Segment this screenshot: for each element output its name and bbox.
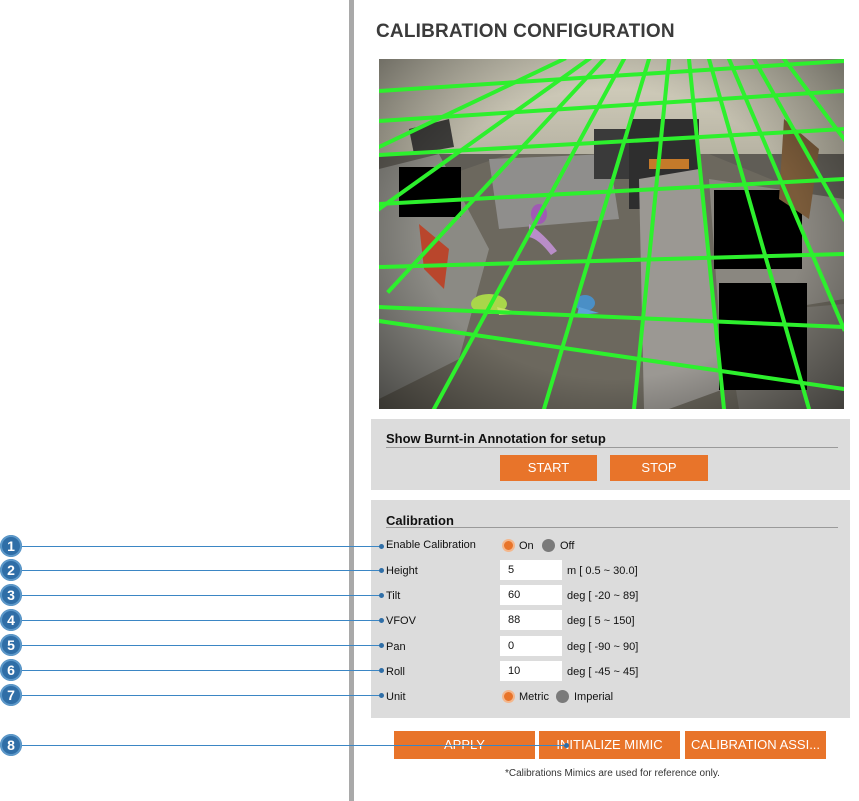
height-input[interactable]: [500, 560, 562, 580]
camera-preview: [379, 59, 844, 409]
callout-dot-2: [379, 568, 384, 573]
tilt-range: deg [ -20 ~ 89]: [567, 590, 639, 602]
callout-line-4: [11, 620, 382, 621]
callout-line-8: [11, 745, 567, 746]
callout-line-7: [11, 695, 382, 696]
footnote: *Calibrations Mimics are used for refere…: [505, 768, 720, 779]
callout-line-5: [11, 645, 382, 646]
calibration-assistant-button[interactable]: CALIBRATION ASSI...: [685, 731, 826, 759]
tilt-input[interactable]: [500, 585, 562, 605]
page-title: CALIBRATION CONFIGURATION: [376, 21, 675, 42]
pan-label: Pan: [386, 641, 406, 653]
unit-label: Unit: [386, 691, 406, 703]
enable-on-label: On: [519, 540, 534, 552]
enable-off-radio[interactable]: [542, 539, 555, 552]
roll-input[interactable]: [500, 661, 562, 681]
callout-badge-2: 2: [0, 559, 22, 581]
callout-dot-4: [379, 618, 384, 623]
callout-dot-7: [379, 693, 384, 698]
height-range: m [ 0.5 ~ 30.0]: [567, 565, 638, 577]
stop-button[interactable]: STOP: [610, 455, 708, 481]
unit-metric-label: Metric: [519, 691, 549, 703]
start-button[interactable]: START: [500, 455, 597, 481]
callout-badge-1: 1: [0, 535, 22, 557]
calibration-divider: [386, 527, 838, 528]
calibration-heading: Calibration: [386, 513, 454, 528]
height-label: Height: [386, 565, 418, 577]
callout-badge-8: 8: [0, 734, 22, 756]
pan-range: deg [ -90 ~ 90]: [567, 641, 639, 653]
callout-line-6: [11, 670, 382, 671]
callout-line-1: [11, 546, 382, 547]
callout-dot-1: [379, 544, 384, 549]
callout-dot-3: [379, 593, 384, 598]
callout-badge-6: 6: [0, 659, 22, 681]
enable-on-radio[interactable]: [502, 539, 515, 552]
callout-dot-6: [379, 668, 384, 673]
calibration-grid-overlay: [379, 59, 844, 409]
unit-metric-radio[interactable]: [502, 690, 515, 703]
tilt-label: Tilt: [386, 590, 401, 602]
vertical-divider: [349, 0, 354, 801]
callout-badge-7: 7: [0, 684, 22, 706]
vfov-input[interactable]: [500, 610, 562, 630]
roll-label: Roll: [386, 666, 405, 678]
callout-badge-4: 4: [0, 609, 22, 631]
callout-badge-5: 5: [0, 634, 22, 656]
callout-badge-3: 3: [0, 584, 22, 606]
callout-line-3: [11, 595, 382, 596]
calibration-panel: Calibration: [371, 500, 850, 718]
enable-calibration-label: Enable Calibration: [386, 539, 476, 551]
unit-imperial-radio[interactable]: [556, 690, 569, 703]
roll-range: deg [ -45 ~ 45]: [567, 666, 639, 678]
callout-line-2: [11, 570, 382, 571]
vfov-range: deg [ 5 ~ 150]: [567, 615, 635, 627]
pan-input[interactable]: [500, 636, 562, 656]
callout-dot-8: [564, 743, 569, 748]
enable-off-label: Off: [560, 540, 575, 552]
burnin-heading: Show Burnt-in Annotation for setup: [386, 431, 606, 446]
vfov-label: VFOV: [386, 615, 416, 627]
unit-imperial-label: Imperial: [574, 691, 614, 703]
callout-dot-5: [379, 643, 384, 648]
burnin-divider: [386, 447, 838, 448]
